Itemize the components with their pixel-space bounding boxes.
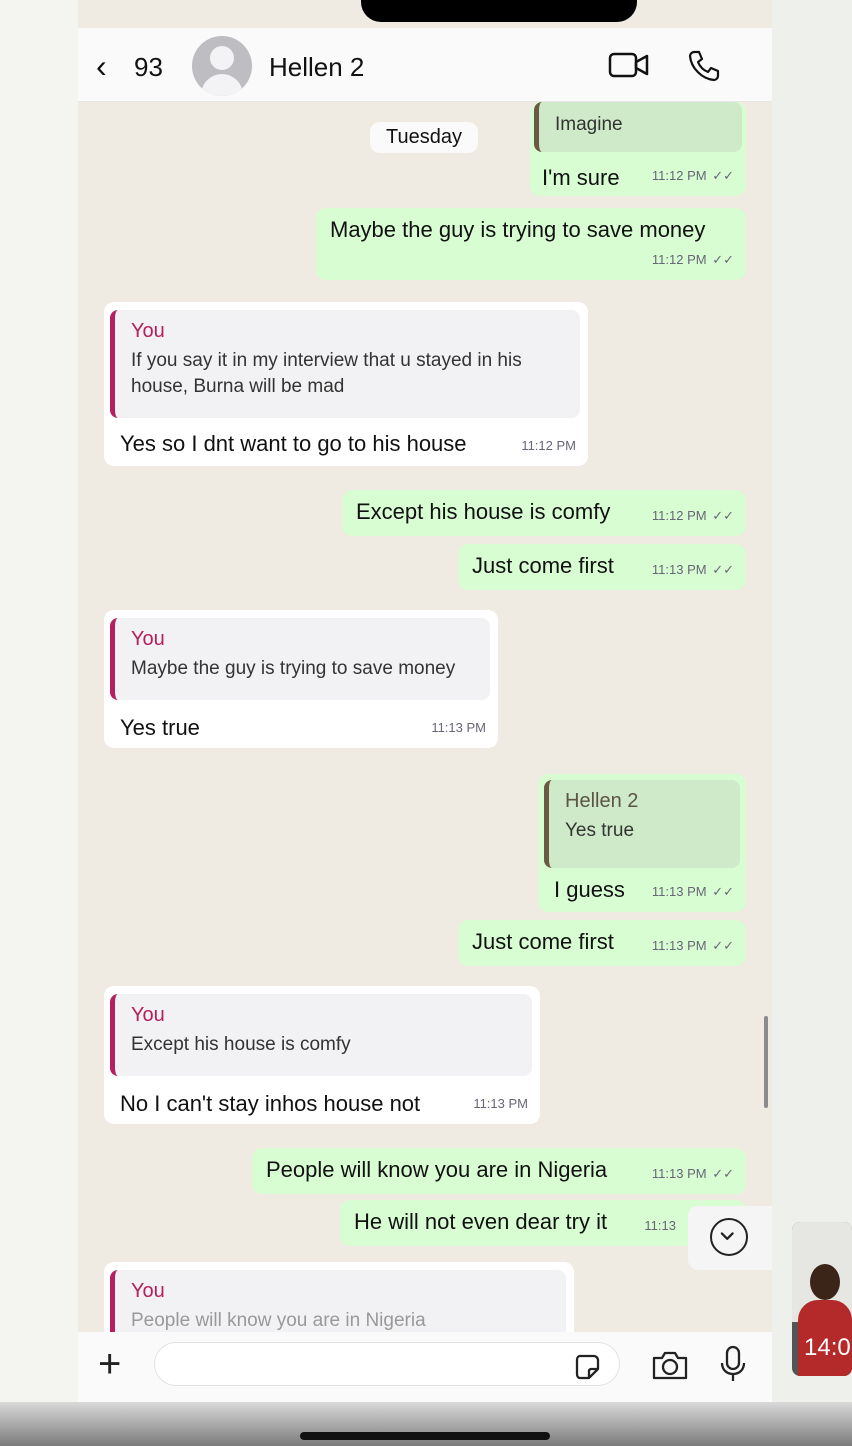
message-time: 11:12 PM ✓✓ <box>651 508 734 523</box>
message-time: 11:13 PM ✓✓ <box>651 884 734 899</box>
read-ticks-icon: ✓✓ <box>712 508 734 523</box>
contact-name[interactable]: Hellen 2 <box>269 52 364 83</box>
quoted-author: Hellen 2 <box>565 790 639 812</box>
composer-bar: + <box>78 1332 772 1402</box>
scrollbar[interactable] <box>764 1016 768 1108</box>
message-text: Except his house is comfy <box>356 499 611 524</box>
quoted-message[interactable]: You Maybe the guy is trying to save mone… <box>110 618 490 700</box>
sticker-icon[interactable] <box>572 1352 602 1382</box>
chevron-left-icon[interactable]: ‹ <box>96 50 107 82</box>
message-time: 11:13 PM ✓✓ <box>651 1166 734 1181</box>
home-indicator-area <box>0 1402 852 1446</box>
quoted-text: Except his house is comfy <box>131 1034 351 1055</box>
microphone-icon[interactable] <box>718 1344 748 1384</box>
message-text: People will know you are in Nigeria <box>266 1157 608 1182</box>
read-ticks-icon: ✓✓ <box>712 168 734 183</box>
home-indicator[interactable] <box>300 1432 550 1440</box>
quoted-message[interactable]: You Except his house is comfy <box>110 994 532 1076</box>
message-time: 11:13 PM <box>431 720 486 735</box>
message-bubble-outgoing[interactable]: Just come first 11:13 PM ✓✓ <box>458 920 746 966</box>
message-text: I guess <box>554 877 625 902</box>
message-bubble-outgoing[interactable]: Maybe the guy is trying to save money 11… <box>316 208 746 280</box>
message-text: He will not even dear try it <box>354 1209 608 1234</box>
scroll-to-bottom-button[interactable] <box>688 1206 772 1270</box>
quoted-text: Maybe the guy is trying to save money <box>131 658 456 679</box>
camera-icon[interactable] <box>650 1348 690 1382</box>
back-count[interactable]: 93 <box>134 52 163 83</box>
quoted-text: People will know you are in Nigeria <box>131 1310 426 1331</box>
message-bubble-outgoing[interactable]: Hellen 2 Yes true I guess 11:13 PM ✓✓ <box>538 774 746 912</box>
message-bubble-incoming[interactable]: You Except his house is comfy No I can't… <box>104 986 540 1124</box>
quoted-author: You <box>131 1004 165 1026</box>
message-bubble-outgoing[interactable]: People will know you are in Nigeria 11:1… <box>252 1148 746 1194</box>
quoted-text: If you say it in my interview that u sta… <box>131 350 522 397</box>
message-bubble-outgoing[interactable]: Except his house is comfy 11:12 PM ✓✓ <box>342 490 746 536</box>
message-list[interactable]: Tuesday Imagine I'm sure 11:12 PM ✓✓ May… <box>78 102 772 1342</box>
chat-header: ‹ 93 Hellen 2 <box>78 28 772 102</box>
quoted-text: Yes true <box>565 820 635 841</box>
plus-icon[interactable]: + <box>98 1344 121 1384</box>
avatar-icon[interactable] <box>192 36 252 96</box>
message-text: Just come first <box>472 553 614 578</box>
video-overlay[interactable]: 14:0 <box>792 1222 852 1376</box>
read-ticks-icon: ✓✓ <box>712 884 734 899</box>
read-ticks-icon: ✓✓ <box>712 938 734 953</box>
chevron-down-icon <box>710 1218 748 1256</box>
message-bubble-outgoing[interactable]: Imagine I'm sure 11:12 PM ✓✓ <box>530 102 746 196</box>
quoted-author: You <box>131 320 165 342</box>
quoted-message[interactable]: Hellen 2 Yes true <box>544 780 740 868</box>
day-separator: Tuesday <box>370 122 478 153</box>
message-text: No I can't stay inhos house not <box>120 1091 421 1116</box>
message-text: Maybe the guy is trying to save money <box>330 217 706 242</box>
read-ticks-icon: ✓✓ <box>712 562 734 577</box>
message-bubble-outgoing[interactable]: He will not even dear try it 11:13 <box>340 1200 746 1246</box>
message-bubble-incoming[interactable]: You People will know you are in Nigeria <box>104 1262 574 1342</box>
quoted-message[interactable]: Imagine <box>534 102 742 152</box>
message-bubble-incoming[interactable]: You Maybe the guy is trying to save mone… <box>104 610 498 748</box>
quoted-author: You <box>131 628 165 650</box>
message-time: 11:13 PM ✓✓ <box>651 562 734 577</box>
quoted-text: Imagine <box>555 114 623 135</box>
read-ticks-icon: ✓✓ <box>712 1166 734 1181</box>
quoted-author: You <box>131 1280 165 1302</box>
phone-call-icon[interactable] <box>686 48 722 84</box>
message-time: 11:12 PM ✓✓ <box>651 168 734 183</box>
message-text: Yes so I dnt want to go to his house <box>120 431 467 456</box>
message-input[interactable] <box>154 1342 620 1386</box>
message-time: 11:12 PM <box>521 438 576 453</box>
dynamic-island <box>361 0 637 22</box>
message-bubble-outgoing[interactable]: Just come first 11:13 PM ✓✓ <box>458 544 746 590</box>
read-ticks-icon: ✓✓ <box>712 252 734 267</box>
message-time: 11:13 <box>644 1218 676 1233</box>
quoted-message[interactable]: You If you say it in my interview that u… <box>110 310 580 418</box>
left-backdrop <box>0 0 78 1446</box>
message-time: 11:13 PM ✓✓ <box>651 938 734 953</box>
message-bubble-incoming[interactable]: You If you say it in my interview that u… <box>104 302 588 466</box>
message-text: I'm sure <box>542 165 620 190</box>
message-time: 11:12 PM ✓✓ <box>651 252 734 267</box>
overlay-text: 14:0 <box>804 1334 851 1361</box>
message-time: 11:13 PM <box>473 1096 528 1111</box>
video-call-icon[interactable] <box>608 50 650 80</box>
message-text: Yes true <box>120 715 200 740</box>
message-text: Just come first <box>472 929 614 954</box>
